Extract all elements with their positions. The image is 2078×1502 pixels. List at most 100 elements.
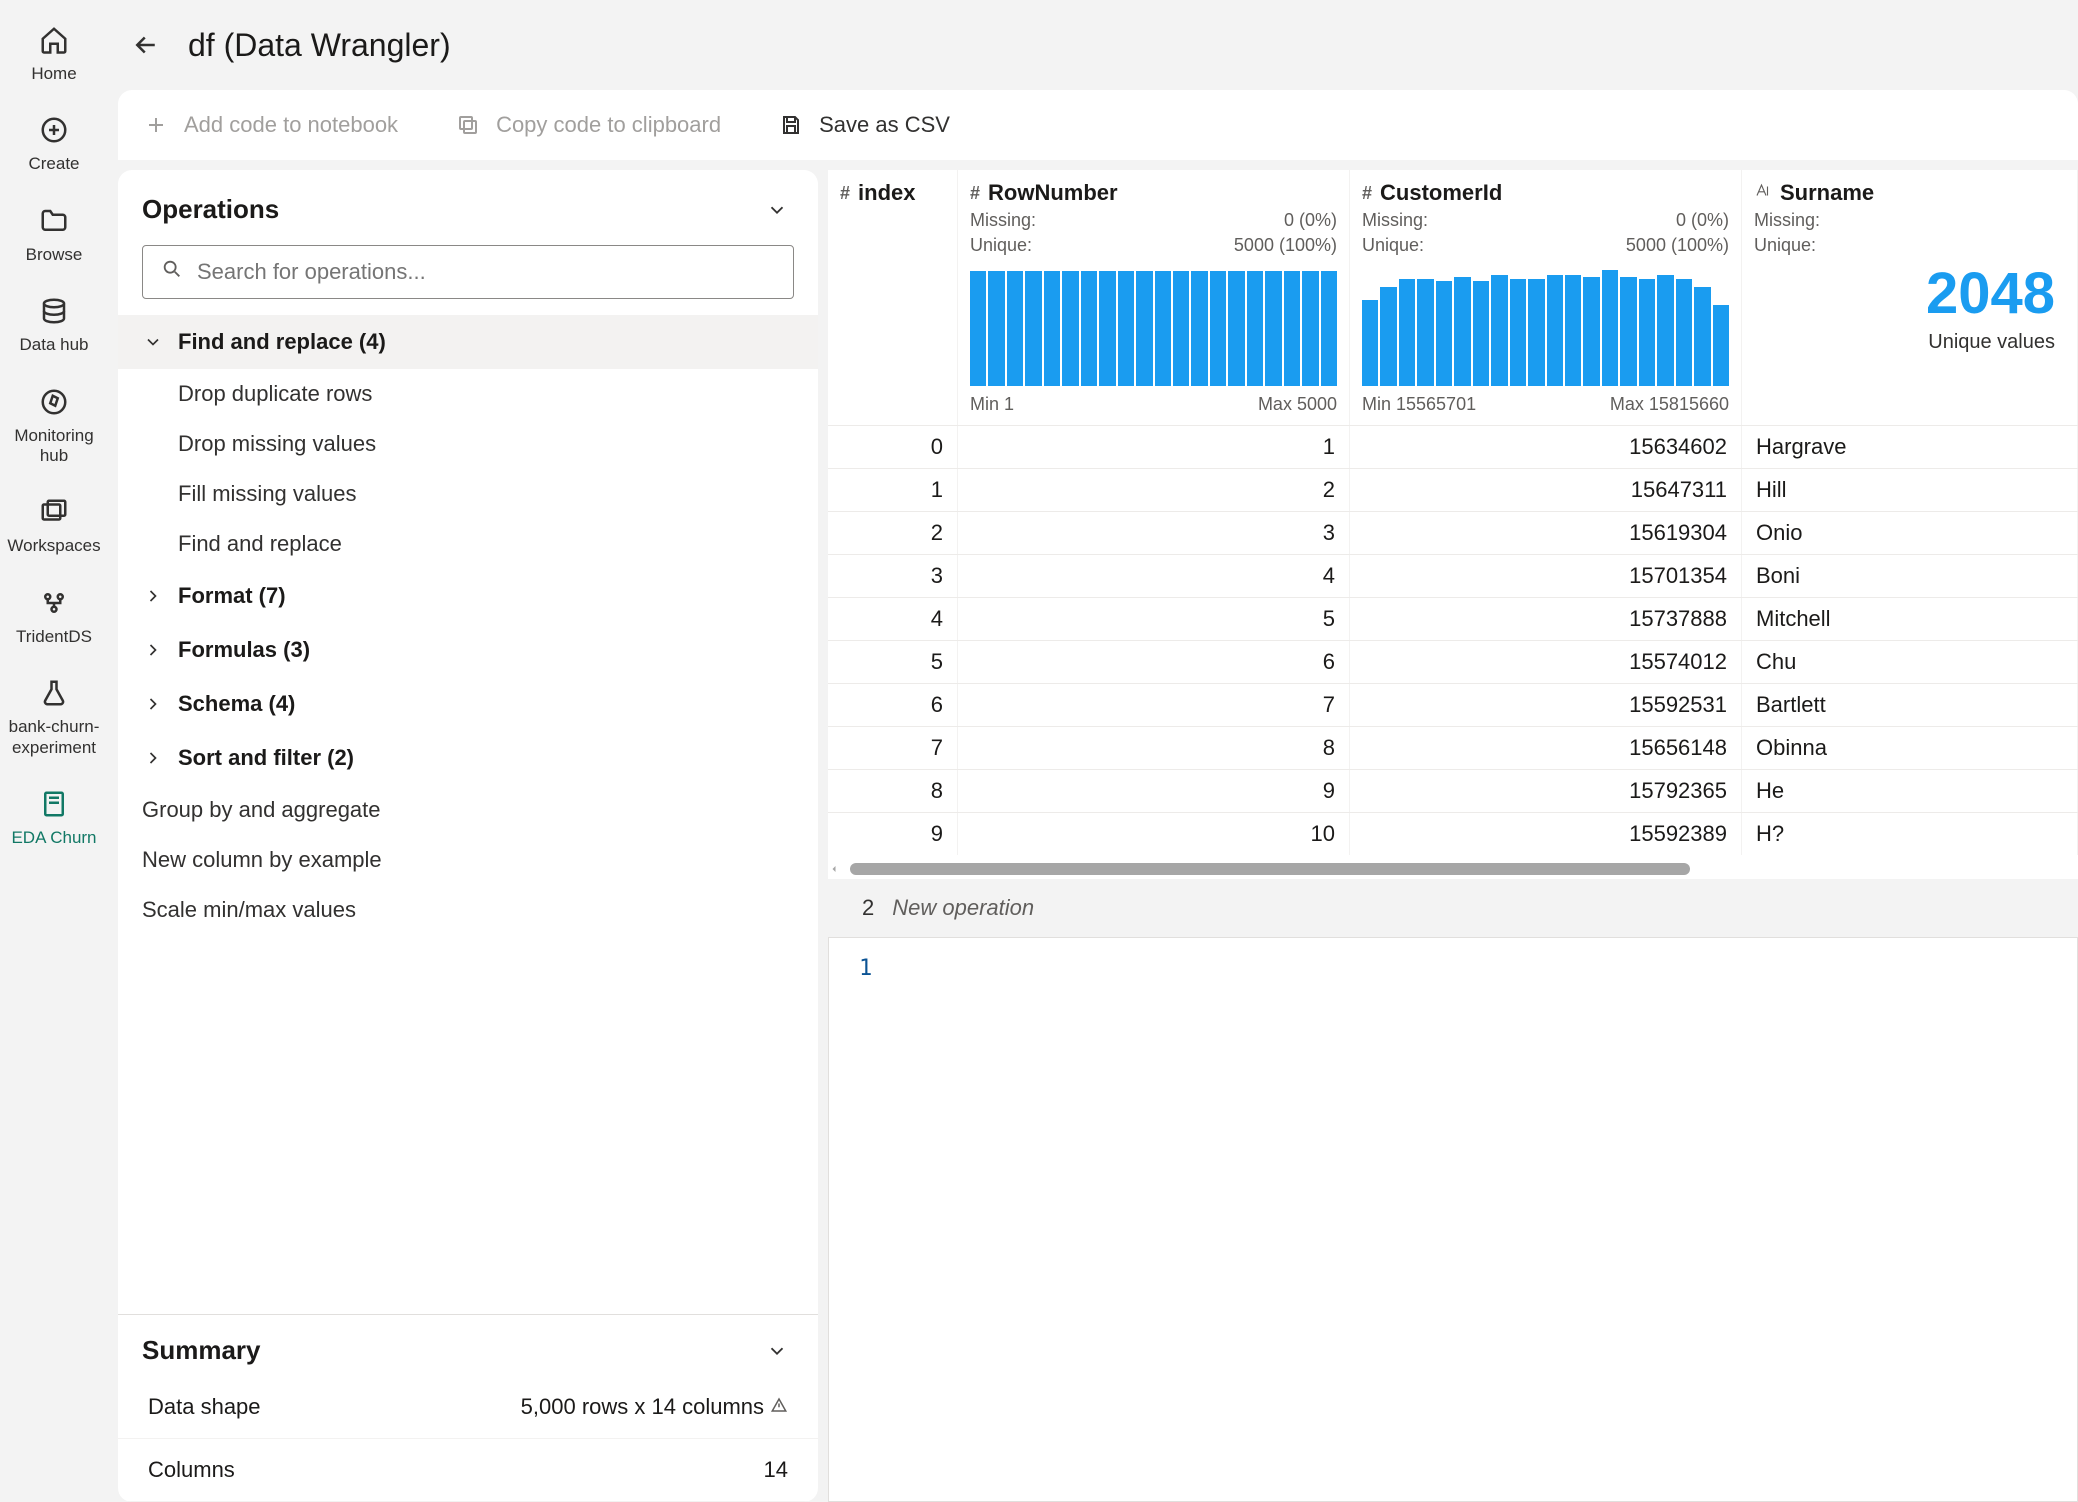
op-group-schema[interactable]: Schema (4) xyxy=(118,677,818,731)
op-new-column-example[interactable]: New column by example xyxy=(118,835,818,885)
op-group-label: Format (7) xyxy=(178,583,286,609)
nav-tridentds[interactable]: TridentDS xyxy=(0,575,108,657)
table-row[interactable]: 0115634602Hargrave xyxy=(828,425,2078,468)
operations-title: Operations xyxy=(142,194,279,225)
histogram-bar xyxy=(1228,271,1244,386)
cell-rownumber: 2 xyxy=(958,469,1350,511)
op-group-findreplace[interactable]: Find and replace (4) xyxy=(118,315,818,369)
histogram-bar xyxy=(1547,275,1563,386)
col-header-index[interactable]: #index xyxy=(828,170,958,425)
table-row[interactable]: 1215647311Hill xyxy=(828,468,2078,511)
home-icon xyxy=(36,22,72,58)
cell-rownumber: 4 xyxy=(958,555,1350,597)
table-row[interactable]: 4515737888Mitchell xyxy=(828,597,2078,640)
histogram-bar xyxy=(1247,271,1263,386)
summary-row-columns: Columns 14 xyxy=(118,1439,818,1502)
operations-header[interactable]: Operations xyxy=(118,170,818,239)
op-drop-missing-values[interactable]: Drop missing values xyxy=(118,419,818,469)
op-group-label: Schema (4) xyxy=(178,691,295,717)
nav-create-label: Create xyxy=(28,154,79,174)
grid-header: #index #RowNumber Missing:0 (0%) Unique:… xyxy=(828,170,2078,425)
histogram-bar xyxy=(1528,279,1544,386)
histogram-bar xyxy=(1676,279,1692,386)
meta-unique-val: 5000 (100%) xyxy=(1626,235,1729,256)
text-type-icon xyxy=(1754,182,1772,205)
cell-surname: Boni xyxy=(1742,555,2078,597)
histogram-bar xyxy=(1473,281,1489,386)
trident-icon xyxy=(36,585,72,621)
op-scale-minmax[interactable]: Scale min/max values xyxy=(118,885,818,935)
unique-count-label: Unique values xyxy=(1754,331,2065,354)
chevron-down-icon xyxy=(766,199,788,221)
cell-index: 3 xyxy=(828,555,958,597)
nav-monitoring[interactable]: Monitoring hub xyxy=(0,374,108,477)
cell-index: 4 xyxy=(828,598,958,640)
col-name: CustomerId xyxy=(1380,180,1502,206)
histogram-bar xyxy=(1025,271,1041,386)
histogram-bar xyxy=(1565,275,1581,386)
code-editor[interactable]: 1 xyxy=(828,937,2078,1502)
histogram-bar xyxy=(1583,277,1599,386)
code-line-number: 1 xyxy=(859,956,872,981)
new-operation-label: New operation xyxy=(892,895,1034,921)
cell-index: 1 xyxy=(828,469,958,511)
histogram-bar xyxy=(1657,275,1673,386)
back-button[interactable] xyxy=(128,27,164,63)
op-find-and-replace[interactable]: Find and replace xyxy=(118,519,818,569)
title-bar: df (Data Wrangler) xyxy=(108,0,2078,90)
op-group-sortfilter[interactable]: Sort and filter (2) xyxy=(118,731,818,785)
histogram-bar xyxy=(1362,300,1378,386)
op-group-by-aggregate[interactable]: Group by and aggregate xyxy=(118,785,818,835)
histogram-bar xyxy=(1380,287,1396,386)
cell-customerid: 15792365 xyxy=(1350,770,1742,812)
nav-bankchurn[interactable]: bank-churn-experiment xyxy=(0,665,108,768)
histogram-bar xyxy=(1062,271,1078,386)
search-input[interactable] xyxy=(197,259,775,285)
op-fill-missing-values[interactable]: Fill missing values xyxy=(118,469,818,519)
summary-header[interactable]: Summary xyxy=(118,1315,818,1376)
copy-code-button[interactable]: Copy code to clipboard xyxy=(454,111,721,139)
workspaces-icon xyxy=(36,494,72,530)
op-drop-duplicate-rows[interactable]: Drop duplicate rows xyxy=(118,369,818,419)
plus-circle-icon xyxy=(36,112,72,148)
new-operation-step: 2 New operation xyxy=(828,879,2078,937)
table-row[interactable]: 5615574012Chu xyxy=(828,640,2078,683)
add-code-label: Add code to notebook xyxy=(184,112,398,138)
nav-browse[interactable]: Browse xyxy=(0,193,108,275)
meta-missing-label: Missing: xyxy=(970,210,1036,231)
col-header-rownumber[interactable]: #RowNumber Missing:0 (0%) Unique:5000 (1… xyxy=(958,170,1350,425)
op-group-format[interactable]: Format (7) xyxy=(118,569,818,623)
histogram-bar xyxy=(1118,271,1134,386)
table-row[interactable]: 2315619304Onio xyxy=(828,511,2078,554)
meta-unique-val: 5000 (100%) xyxy=(1234,235,1337,256)
scroll-left-icon xyxy=(828,862,842,876)
add-code-button[interactable]: Add code to notebook xyxy=(142,111,398,139)
cell-surname: He xyxy=(1742,770,2078,812)
nav-workspaces[interactable]: Workspaces xyxy=(0,484,108,566)
scroll-track[interactable] xyxy=(842,861,2078,877)
nav-datahub[interactable]: Data hub xyxy=(0,283,108,365)
histogram-bar xyxy=(1454,277,1470,386)
table-row[interactable]: 91015592389H? xyxy=(828,812,2078,855)
chevron-right-icon xyxy=(142,693,164,715)
chevron-down-icon xyxy=(142,331,164,353)
nav-create[interactable]: Create xyxy=(0,102,108,184)
nav-home[interactable]: Home xyxy=(0,12,108,94)
col-header-customerid[interactable]: #CustomerId Missing:0 (0%) Unique:5000 (… xyxy=(1350,170,1742,425)
histogram-bar xyxy=(1639,279,1655,386)
save-csv-button[interactable]: Save as CSV xyxy=(777,111,950,139)
page-title: df (Data Wrangler) xyxy=(188,27,451,64)
summary-value: 5,000 rows x 14 columns xyxy=(521,1394,788,1420)
grid-body: 0115634602Hargrave1215647311Hill23156193… xyxy=(828,425,2078,855)
horizontal-scrollbar[interactable] xyxy=(828,859,2078,879)
operations-search[interactable] xyxy=(142,245,794,299)
nav-edachurn[interactable]: EDA Churn xyxy=(0,776,108,858)
table-row[interactable]: 6715592531Bartlett xyxy=(828,683,2078,726)
op-group-formulas[interactable]: Formulas (3) xyxy=(118,623,818,677)
scroll-thumb[interactable] xyxy=(850,863,1690,875)
col-header-surname[interactable]: Surname Missing: Unique: 2048 Unique val… xyxy=(1742,170,2078,425)
table-row[interactable]: 3415701354Boni xyxy=(828,554,2078,597)
table-row[interactable]: 7815656148Obinna xyxy=(828,726,2078,769)
table-row[interactable]: 8915792365He xyxy=(828,769,2078,812)
histogram-bar xyxy=(1694,287,1710,386)
